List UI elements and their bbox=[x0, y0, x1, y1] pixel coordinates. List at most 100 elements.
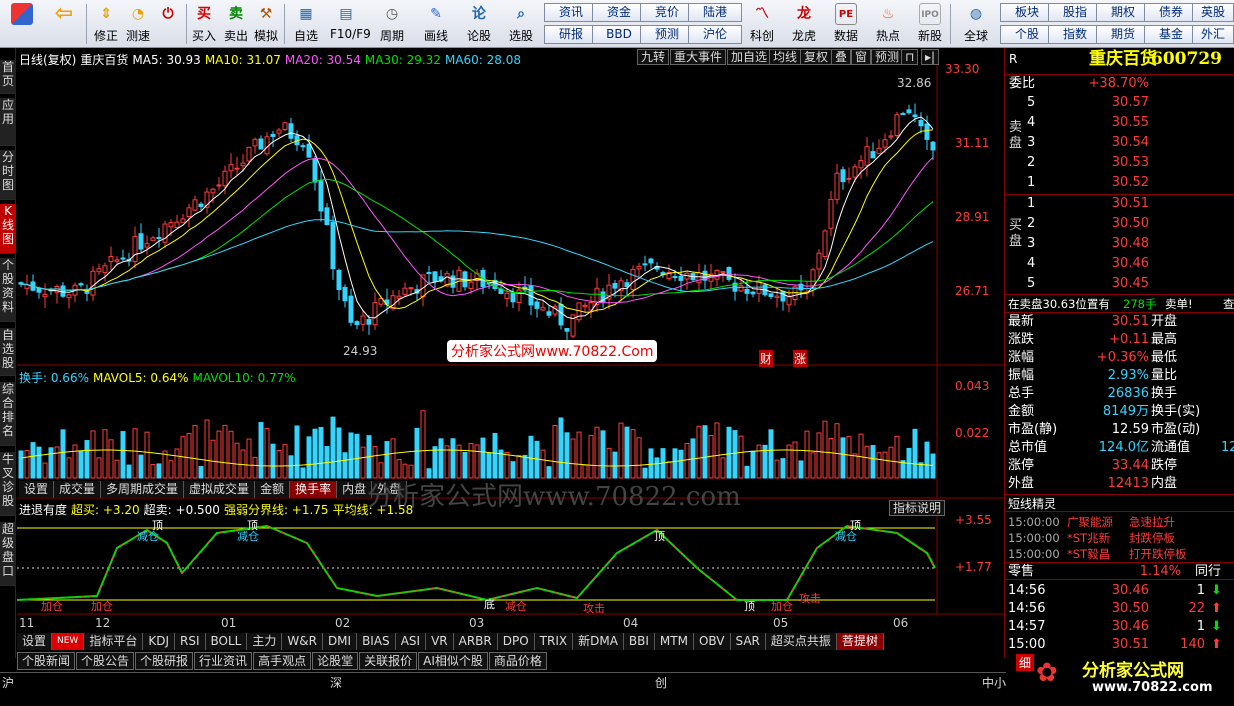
ind-tab-arbr[interactable]: ARBR bbox=[453, 633, 498, 650]
sell-level-4[interactable]: 4 30.55 bbox=[1005, 114, 1234, 132]
tab-watchlist[interactable]: 自选股 bbox=[0, 328, 16, 376]
quick-options[interactable]: 期权 bbox=[1096, 3, 1150, 22]
vol-tab-settings[interactable]: 设置 bbox=[19, 481, 55, 498]
major-events-button[interactable]: 重大事件 bbox=[670, 49, 727, 65]
news-tab-related[interactable]: 关联报价 bbox=[359, 652, 418, 670]
quick-single-stock[interactable]: 个股 bbox=[1000, 25, 1054, 44]
quick-index-futures[interactable]: 股指 bbox=[1048, 3, 1102, 22]
globe-button[interactable]: ◍ 全球 bbox=[960, 2, 992, 46]
quick-forex[interactable]: 外汇 bbox=[1192, 25, 1234, 44]
quick-bonds[interactable]: 债券 bbox=[1144, 3, 1198, 22]
simulate-button[interactable]: ⚒ 模拟 bbox=[250, 2, 282, 46]
quick-forecast[interactable]: 预测 bbox=[640, 25, 694, 44]
ind-tab-mtm[interactable]: MTM bbox=[654, 633, 694, 650]
hotspot-button[interactable]: ♨ 热点 bbox=[872, 2, 904, 46]
data-button[interactable]: PE 数据 bbox=[830, 2, 862, 46]
vol-tab-turnover[interactable]: 换手率 bbox=[290, 481, 338, 498]
quick-uk-stocks[interactable]: 英股 bbox=[1192, 3, 1234, 22]
buy-level-2[interactable]: 2 30.50 bbox=[1005, 215, 1234, 233]
ind-tab-bias[interactable]: BIAS bbox=[357, 633, 396, 650]
quick-shanghai-london[interactable]: 沪伦 bbox=[688, 25, 742, 44]
ind-tab-wr[interactable]: W&R bbox=[282, 633, 323, 650]
short-item[interactable]: 15:00:00 *ST毅昌 打开跌停板 bbox=[1005, 545, 1234, 563]
news-tab-stock-news[interactable]: 个股新闻 bbox=[17, 652, 76, 670]
sell-button[interactable]: 卖卖出 bbox=[220, 2, 252, 46]
quick-index[interactable]: 指数 bbox=[1048, 25, 1102, 44]
annotation-zhang[interactable]: 涨 bbox=[793, 350, 808, 367]
sell-level-1[interactable]: 1 30.52 bbox=[1005, 174, 1234, 192]
buy-level-5[interactable]: 5 30.45 bbox=[1005, 275, 1234, 293]
ind-tab-vr[interactable]: VR bbox=[426, 633, 454, 650]
ind-tab-platform[interactable]: 指标平台 bbox=[84, 633, 144, 650]
f10-button[interactable]: ▤ F10/F9 bbox=[330, 2, 371, 46]
adjust-button[interactable]: 复权 bbox=[800, 49, 833, 65]
vol-tab-multi-period[interactable]: 多周期成交量 bbox=[101, 481, 185, 498]
expand-icon[interactable]: ▸| bbox=[921, 49, 940, 65]
ind-tab-asi[interactable]: ASI bbox=[395, 633, 427, 650]
quick-futures[interactable]: 期货 bbox=[1096, 25, 1150, 44]
back-arrow-icon[interactable]: ⇦ bbox=[48, 2, 80, 46]
period-button[interactable]: ◷ 周期 bbox=[376, 2, 408, 46]
grid-icon[interactable] bbox=[6, 2, 38, 46]
quick-funds[interactable]: 资金 bbox=[592, 3, 646, 22]
ind-tab-bodhi[interactable]: 菩提树 bbox=[836, 633, 884, 650]
news-tab-ai-similar[interactable]: AI相似个股 bbox=[418, 652, 488, 670]
status-cy[interactable]: 创 bbox=[655, 674, 667, 691]
buy-level-3[interactable]: 3 30.48 bbox=[1005, 235, 1234, 253]
news-tab-announcements[interactable]: 个股公告 bbox=[76, 652, 135, 670]
buy-level-1[interactable]: 1 30.51 bbox=[1005, 195, 1234, 213]
short-elf-title[interactable]: 短线精灵 bbox=[1005, 494, 1234, 512]
window-button[interactable]: 窗 bbox=[851, 49, 872, 65]
news-tab-industry[interactable]: 行业资讯 bbox=[194, 652, 253, 670]
ind-tab-dpo[interactable]: DPO bbox=[497, 633, 535, 650]
vol-tab-volume[interactable]: 成交量 bbox=[54, 481, 102, 498]
annotation-cai[interactable]: 财 bbox=[759, 350, 774, 367]
status-sh[interactable]: 沪 bbox=[2, 674, 14, 691]
ind-tab-obv[interactable]: OBV bbox=[693, 633, 731, 650]
ind-tab-sar[interactable]: SAR bbox=[730, 633, 766, 650]
watchlist-button[interactable]: ▦ 自选 bbox=[290, 2, 322, 46]
order-alert[interactable]: 在卖盘30.63位置有 278手 卖单! 查 bbox=[1005, 294, 1234, 312]
tab-kline[interactable]: K线图 bbox=[0, 204, 16, 254]
tab-diagnosis[interactable]: 牛叉诊股 bbox=[0, 452, 16, 516]
quick-sectors[interactable]: 板块 bbox=[1000, 3, 1054, 22]
forecast-button[interactable]: 预测 bbox=[871, 49, 904, 65]
fix-button[interactable]: ⇕ 修正 bbox=[90, 2, 122, 46]
new-ipo-button[interactable]: IPO 新股 bbox=[914, 2, 946, 46]
ind-tab-kdj[interactable]: KDJ bbox=[143, 633, 176, 650]
ind-tab-boll[interactable]: BOLL bbox=[205, 633, 248, 650]
jiuzhuan-button[interactable]: 九转 bbox=[637, 49, 670, 65]
vol-tab-virtual[interactable]: 虚拟成交量 bbox=[184, 481, 256, 498]
stock-picker-button[interactable]: ⌕ 选股 bbox=[505, 2, 537, 46]
lock-icon[interactable]: ⊓ bbox=[901, 49, 919, 65]
ind-tab-settings[interactable]: 设置 bbox=[17, 633, 53, 650]
news-tab-research[interactable]: 个股研报 bbox=[135, 652, 194, 670]
ind-tab-rsi[interactable]: RSI bbox=[175, 633, 206, 650]
tab-super-order[interactable]: 超级盘口 bbox=[0, 522, 16, 586]
quick-hk[interactable]: 陆港 bbox=[688, 3, 742, 22]
tab-stock-info[interactable]: 个股资料 bbox=[0, 258, 16, 322]
sector-row[interactable]: 零售 1.14% 同行 bbox=[1005, 562, 1234, 580]
quick-auction[interactable]: 竞价 bbox=[640, 3, 694, 22]
ind-tab-dmi[interactable]: DMI bbox=[322, 633, 358, 650]
power-icon[interactable]: ⏻ bbox=[152, 2, 184, 46]
buy-button[interactable]: 买买入 bbox=[188, 2, 220, 46]
news-tab-experts[interactable]: 高手观点 bbox=[253, 652, 312, 670]
draw-line-button[interactable]: ✎ 画线 bbox=[420, 2, 452, 46]
quick-news[interactable]: 资讯 bbox=[544, 3, 598, 22]
ma-button[interactable]: 均线 bbox=[769, 49, 802, 65]
science-button[interactable]: 〽科创 bbox=[746, 2, 778, 46]
ind-tab-resonance[interactable]: 超买点共振 bbox=[765, 633, 837, 650]
ind-tab-newdma[interactable]: 新DMA bbox=[573, 633, 624, 650]
indicator-help-button[interactable]: 指标说明 bbox=[889, 500, 946, 516]
status-sz[interactable]: 深 bbox=[330, 674, 342, 691]
quick-research[interactable]: 研报 bbox=[544, 25, 598, 44]
tab-home[interactable]: 首页 bbox=[0, 60, 16, 94]
add-watch-button[interactable]: 加自选 bbox=[727, 49, 772, 65]
news-tab-commodity[interactable]: 商品价格 bbox=[488, 652, 547, 670]
fine-button[interactable]: 细 bbox=[1016, 654, 1035, 671]
buy-level-4[interactable]: 4 30.46 bbox=[1005, 255, 1234, 273]
ind-tab-trix[interactable]: TRIX bbox=[534, 633, 574, 650]
sell-level-3[interactable]: 3 30.54 bbox=[1005, 134, 1234, 152]
speed-test-button[interactable]: ◔ 测速 bbox=[122, 2, 154, 46]
